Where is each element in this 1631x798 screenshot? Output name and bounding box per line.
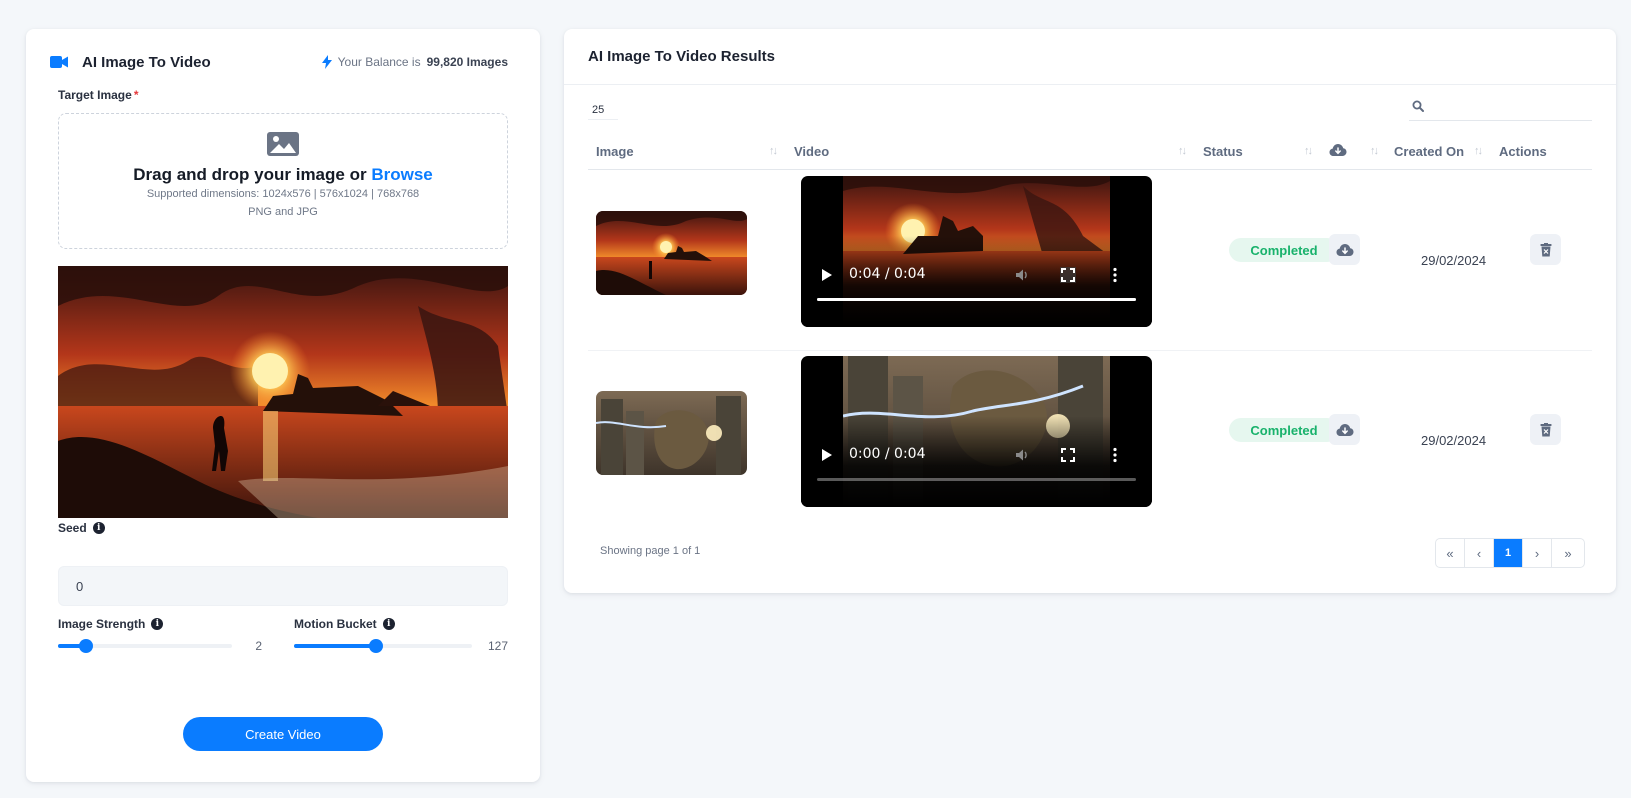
video-player[interactable]: 0:00 / 0:04 [801,356,1152,507]
required-asterisk: * [133,88,139,102]
slider-handle[interactable] [368,639,383,653]
video-progress-played [817,298,1136,301]
cloud-download-icon [1329,144,1347,156]
motion-bucket-info-icon[interactable]: i [382,618,395,630]
image-strength-slider[interactable] [58,638,232,654]
balance-prefix: Your Balance is [337,55,421,69]
column-header-video[interactable]: Video [794,144,829,159]
play-icon[interactable] [821,448,833,462]
column-header-download[interactable] [1329,143,1347,157]
image-strength-label: Image Strength i [58,617,164,631]
form-header: AI Image To Video Your Balance is 99,820… [50,51,508,73]
status-badge: Completed [1229,238,1339,262]
motion-bucket-label: Motion Bucket i [294,617,395,631]
trash-icon [1540,422,1551,436]
sort-icon[interactable]: ↑↓ [1370,145,1379,157]
sort-icon[interactable]: ↑↓ [769,145,778,157]
video-time: 0:00 / 0:04 [849,446,926,462]
cloud-download-icon [1336,423,1353,436]
volume-icon[interactable] [1014,267,1030,283]
motion-bucket-slider[interactable] [294,638,472,654]
slider-handle[interactable] [78,639,93,653]
column-header-image[interactable]: Image [596,144,634,159]
slider-fill [294,644,376,648]
image-strength-label-text: Image Strength [58,617,146,631]
sort-icon[interactable]: ↑↓ [1178,145,1187,157]
motion-bucket-label-text: Motion Bucket [294,617,377,631]
dropzone-instruction: Drag and drop your image or [133,165,367,184]
table-header-divider [588,169,1592,170]
search-icon [1412,100,1424,112]
download-button[interactable] [1329,234,1360,265]
results-title: AI Image To Video Results [588,48,775,65]
seed-input[interactable]: 0 [58,566,508,606]
pagination-info: Showing page 1 of 1 [600,545,701,557]
video-progress-bar[interactable] [817,478,1136,481]
status-badge: Completed [1229,418,1339,442]
column-header-actions: Actions [1499,144,1547,159]
balance-indicator: Your Balance is 99,820 Images [321,55,508,69]
page-button-current[interactable]: 1 [1494,539,1523,567]
download-button[interactable] [1329,414,1360,445]
header-divider [564,84,1616,85]
seed-label: Seed i [58,521,105,535]
cloud-download-icon [1336,243,1353,256]
target-image-label-text: Target Image [58,88,132,102]
image-dropzone[interactable]: Drag and drop your image or Browse Suppo… [58,113,508,249]
more-options-icon[interactable] [1107,267,1123,283]
supported-dimensions: Supported dimensions: 1024x576 | 576x102… [146,188,420,200]
delete-button[interactable] [1530,234,1561,265]
created-on-date: 29/02/2024 [1421,253,1487,268]
target-image-preview [58,266,508,518]
image-strength-info-icon[interactable]: i [151,618,164,630]
delete-button[interactable] [1530,414,1561,445]
video-player[interactable]: 0:04 / 0:04 [801,176,1152,327]
form-title: AI Image To Video [82,53,211,71]
page-size-select[interactable]: 25 [588,100,618,120]
image-to-video-form-card: AI Image To Video Your Balance is 99,820… [26,29,540,782]
lightning-icon [321,55,332,69]
play-icon[interactable] [821,268,833,282]
seed-info-icon[interactable]: i [92,522,105,534]
previous-page-button[interactable]: ‹ [1465,539,1494,567]
fullscreen-icon[interactable] [1060,267,1076,283]
volume-icon[interactable] [1014,447,1030,463]
results-card: AI Image To Video Results 25 Image ↑↓ Vi… [564,29,1616,593]
dropzone-text: Drag and drop your image or Browse [59,165,507,185]
trash-icon [1540,242,1551,256]
motion-bucket-value: 127 [487,639,508,653]
pagination: « ‹ 1 › » [1435,538,1585,568]
more-options-icon[interactable] [1107,447,1123,463]
video-time: 0:04 / 0:04 [849,266,926,282]
created-on-date: 29/02/2024 [1421,433,1487,448]
browse-link[interactable]: Browse [371,165,432,184]
supported-formats: PNG and JPG [248,206,318,218]
first-page-button[interactable]: « [1436,539,1465,567]
create-video-button[interactable]: Create Video [183,717,383,751]
image-icon [267,132,299,156]
next-page-button[interactable]: › [1523,539,1552,567]
video-camera-icon [50,56,68,68]
balance-value: 99,820 Images [426,55,508,69]
target-image-label: Target Image * [58,88,138,102]
search-input[interactable] [1409,95,1592,121]
sort-icon[interactable]: ↑↓ [1304,145,1313,157]
column-header-status[interactable]: Status [1203,144,1243,159]
row-divider [588,350,1592,351]
fullscreen-icon[interactable] [1060,447,1076,463]
result-thumbnail[interactable] [596,391,747,475]
result-thumbnail[interactable] [596,211,747,295]
image-strength-value: 2 [255,639,262,653]
seed-label-text: Seed [58,521,87,535]
sort-icon[interactable]: ↑↓ [1474,145,1483,157]
column-header-created-on[interactable]: Created On [1394,144,1464,159]
video-progress-bar[interactable] [817,298,1136,301]
last-page-button[interactable]: » [1552,539,1584,567]
